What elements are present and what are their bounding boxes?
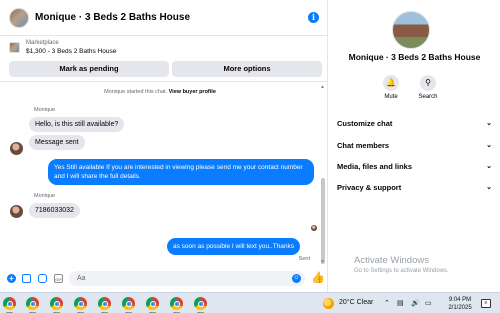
message-list: Monique started this chat. View buyer pr…: [0, 83, 328, 266]
chat-started-note: Monique started this chat. View buyer pr…: [0, 89, 320, 95]
message-bubble-incoming[interactable]: Hello, is this still available?: [29, 117, 125, 132]
chrome-icon[interactable]: [146, 297, 159, 313]
bell-icon[interactable]: 🔔: [383, 75, 399, 91]
weather-text[interactable]: 20°C Clear: [339, 299, 373, 306]
chrome-icon[interactable]: [50, 297, 63, 313]
network-icon[interactable]: ▤: [397, 299, 404, 307]
listing-banner: Marketplace $1,300 - 3 Beds 2 Baths Hous…: [0, 36, 328, 82]
chrome-icon[interactable]: [98, 297, 111, 313]
listing-detail[interactable]: $1,300 - 3 Beds 2 Baths House: [26, 48, 116, 55]
clock-time: 9:04 PM: [448, 297, 472, 303]
section-label: Media, files and links: [337, 162, 413, 171]
section-label: Privacy & support: [337, 183, 402, 192]
message-bubble-incoming[interactable]: Message sent: [29, 135, 85, 150]
speaker-icon[interactable]: 🔊: [411, 299, 420, 307]
avatar[interactable]: [10, 205, 23, 218]
sticker-icon[interactable]: [38, 274, 47, 283]
chevron-down-icon: ⌄: [486, 184, 492, 191]
mark-as-pending-button[interactable]: Mark as pending: [9, 61, 169, 77]
notification-icon[interactable]: ≡: [481, 299, 491, 308]
chrome-icon[interactable]: [170, 297, 183, 313]
details-title: Monique · 3 Beds 2 Baths House: [348, 52, 481, 62]
chat-pane: Monique · 3 Beds 2 Baths House i Marketp…: [0, 0, 328, 292]
section-label: Customize chat: [337, 119, 393, 128]
message-bubble-outgoing[interactable]: Yes Still available If you are intereste…: [48, 159, 314, 185]
composer: + GIF ☺ 👍: [0, 266, 328, 292]
search-icon[interactable]: ⚲: [420, 75, 436, 91]
activate-windows-watermark: Activate Windows Go to Settings to activ…: [354, 255, 499, 274]
gif-icon[interactable]: GIF: [54, 274, 63, 283]
chevron-down-icon: ⌄: [486, 120, 492, 127]
chrome-icon[interactable]: [122, 297, 135, 313]
avatar[interactable]: [10, 142, 23, 155]
chevron-down-icon: ⌄: [486, 142, 492, 149]
plus-icon[interactable]: +: [7, 274, 16, 283]
weather-icon[interactable]: [323, 298, 334, 309]
listing-avatar[interactable]: [9, 7, 29, 28]
chrome-icon[interactable]: [74, 297, 87, 313]
sent-status: Sent: [298, 256, 310, 262]
tray-chevron-icon[interactable]: ⌃: [384, 299, 390, 307]
chat-header: Monique · 3 Beds 2 Baths House i: [0, 0, 328, 36]
search-label: Search: [418, 94, 438, 100]
chat-title[interactable]: Monique · 3 Beds 2 Baths House: [35, 12, 190, 23]
chrome-icon[interactable]: [26, 297, 39, 313]
clock[interactable]: 9:04 PM 2/1/2025: [446, 296, 474, 312]
message-input[interactable]: [69, 271, 305, 286]
emoji-icon[interactable]: ☺: [292, 274, 301, 283]
chrome-icon[interactable]: [3, 297, 16, 313]
activate-subtitle: Go to Settings to activate Windows.: [354, 268, 449, 274]
chrome-icon[interactable]: [194, 297, 207, 313]
view-buyer-profile-link[interactable]: View buyer profile: [169, 89, 216, 95]
scroll-up-icon[interactable]: ▲: [320, 84, 325, 90]
section-privacy-support[interactable]: Privacy & support ⌄: [337, 183, 492, 197]
search-button[interactable]: ⚲ Search: [413, 75, 443, 100]
thumbs-up-icon[interactable]: 👍: [311, 272, 325, 284]
info-icon[interactable]: i: [308, 12, 319, 23]
clock-date: 2/1/2025: [448, 305, 472, 311]
read-receipt-avatar: [311, 225, 317, 231]
chevron-down-icon: ⌄: [486, 163, 492, 170]
section-chat-members[interactable]: Chat members ⌄: [337, 141, 492, 155]
message-bubble-incoming[interactable]: 7186033032: [29, 203, 80, 218]
message-bubble-outgoing[interactable]: as soon as possible I will text you..Tha…: [167, 238, 301, 255]
photo-icon[interactable]: [22, 274, 31, 283]
activate-title: Activate Windows: [354, 255, 429, 266]
chat-started-text: Monique started this chat.: [104, 89, 168, 95]
section-media-files-links[interactable]: Media, files and links ⌄: [337, 162, 492, 176]
section-label: Chat members: [337, 141, 390, 150]
details-pane: Monique · 3 Beds 2 Baths House 🔔 Mute ⚲ …: [329, 0, 500, 292]
scrollbar[interactable]: ▲ ▼: [320, 83, 325, 266]
details-avatar[interactable]: [392, 11, 430, 49]
mute-label: Mute: [384, 94, 398, 100]
scroll-down-icon[interactable]: ▼: [320, 259, 325, 265]
listing-thumbnail[interactable]: [9, 42, 20, 53]
more-options-button[interactable]: More options: [172, 61, 322, 77]
mute-button[interactable]: 🔔 Mute: [376, 75, 406, 100]
taskbar: 20°C Clear ⌃ ▤ 🔊 ▭ 9:04 PM 2/1/2025 ≡: [0, 292, 500, 313]
sender-name: Monique: [34, 107, 56, 113]
battery-icon[interactable]: ▭: [425, 299, 432, 307]
sender-name: Monique: [34, 193, 56, 199]
listing-source: Marketplace: [26, 40, 59, 46]
section-customize-chat[interactable]: Customize chat ⌄: [337, 119, 492, 133]
